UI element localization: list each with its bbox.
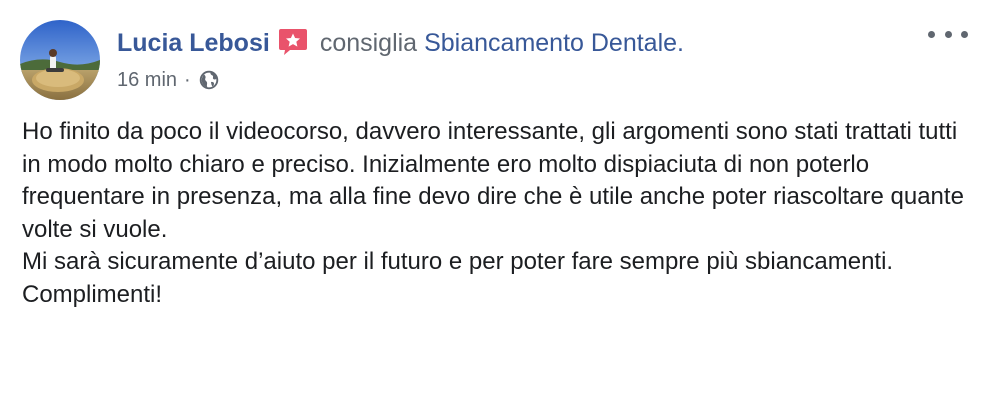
author-name-link[interactable]: Lucia Lebosi <box>117 29 270 58</box>
ellipsis-icon-dot <box>944 30 952 38</box>
post-text: Ho finito da poco il videocorso, davvero… <box>22 116 966 311</box>
recommendation-post: Lucia Lebosi consiglia Sbiancamento Dent… <box>0 0 986 408</box>
post-paragraph: Mi sarà sicuramente d’aiuto per il futur… <box>22 248 894 275</box>
post-header: Lucia Lebosi consiglia Sbiancamento Dent… <box>117 26 684 60</box>
timestamp-link[interactable]: 16 min <box>117 69 177 92</box>
meta-separator: · <box>184 68 191 91</box>
more-options-button[interactable] <box>928 22 968 46</box>
globe-icon[interactable] <box>199 70 219 90</box>
recommendation-star-icon <box>278 26 308 56</box>
ellipsis-icon-dot <box>961 30 968 38</box>
post-paragraph: Complimenti! <box>22 280 163 308</box>
ellipsis-icon-dot <box>928 30 935 38</box>
post-meta: 16 min · <box>117 67 219 93</box>
header-period: . <box>677 28 684 57</box>
recommendation-verb: consiglia <box>319 28 418 57</box>
page-name-link[interactable]: Sbiancamento Dentale <box>424 29 677 58</box>
avatar-photo <box>20 20 100 100</box>
post-paragraph: Ho finito da poco il videocorso, davvero… <box>22 118 964 243</box>
avatar[interactable] <box>20 20 100 100</box>
